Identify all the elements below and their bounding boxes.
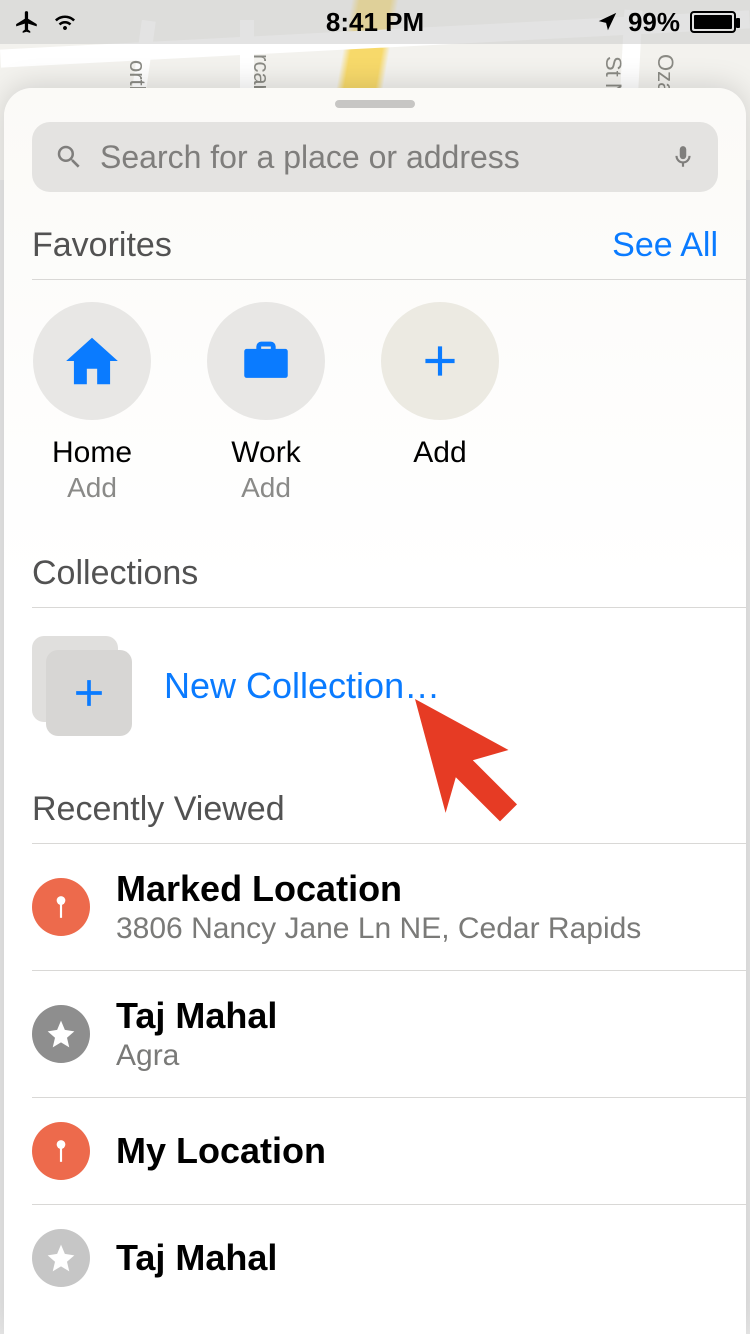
recent-item-taj-mahal[interactable]: Taj Mahal Agra — [4, 971, 746, 1097]
recent-item-title: Taj Mahal — [116, 995, 277, 1037]
dictation-mic-icon[interactable] — [670, 140, 696, 174]
collections-title: Collections — [32, 554, 198, 593]
favorite-label: Add — [413, 436, 466, 470]
home-icon — [61, 330, 123, 392]
recent-item-subtitle: 3806 Nancy Jane Ln NE, Cedar Rapids — [116, 912, 641, 946]
status-time: 8:41 PM — [0, 7, 750, 38]
recent-item-marked-location[interactable]: Marked Location 3806 Nancy Jane Ln NE, C… — [4, 844, 746, 970]
maps-search-sheet[interactable]: Favorites See All Home Add Work Add Add … — [4, 88, 746, 1334]
favorite-sublabel: Add — [241, 472, 291, 504]
favorite-work[interactable]: Work Add — [206, 302, 326, 504]
briefcase-icon — [237, 332, 295, 390]
favorite-add[interactable]: Add — [380, 302, 500, 504]
recent-item-my-location[interactable]: My Location — [4, 1098, 746, 1204]
favorites-row: Home Add Work Add Add — [4, 280, 746, 504]
search-input[interactable] — [100, 139, 654, 176]
recently-viewed-list: Marked Location 3806 Nancy Jane Ln NE, C… — [4, 844, 746, 1287]
favorite-sublabel: Add — [67, 472, 117, 504]
favorite-label: Home — [52, 436, 132, 470]
sheet-grabber[interactable] — [335, 100, 415, 108]
battery-icon — [690, 11, 736, 33]
search-icon — [54, 142, 84, 172]
recently-viewed-title: Recently Viewed — [32, 790, 285, 829]
star-icon — [32, 1229, 90, 1287]
recent-item-taj-mahal-2[interactable]: Taj Mahal — [4, 1205, 746, 1287]
pin-icon — [32, 1122, 90, 1180]
favorite-home[interactable]: Home Add — [32, 302, 152, 504]
favorites-title: Favorites — [32, 226, 172, 265]
status-bar: 8:41 PM 99% — [0, 0, 750, 44]
plus-icon — [415, 336, 465, 386]
search-bar[interactable] — [32, 122, 718, 192]
new-collection-thumb — [32, 636, 132, 736]
star-icon — [32, 1005, 90, 1063]
favorites-see-all-link[interactable]: See All — [612, 226, 718, 265]
favorite-label: Work — [231, 436, 300, 470]
plus-icon — [67, 671, 111, 715]
new-collection-row[interactable]: New Collection… — [4, 608, 746, 764]
recent-item-title: Marked Location — [116, 868, 641, 910]
recent-item-subtitle: Agra — [116, 1039, 277, 1073]
recent-item-title: Taj Mahal — [116, 1237, 277, 1279]
annotation-arrow — [398, 682, 568, 852]
pin-icon — [32, 878, 90, 936]
recent-item-title: My Location — [116, 1130, 326, 1172]
